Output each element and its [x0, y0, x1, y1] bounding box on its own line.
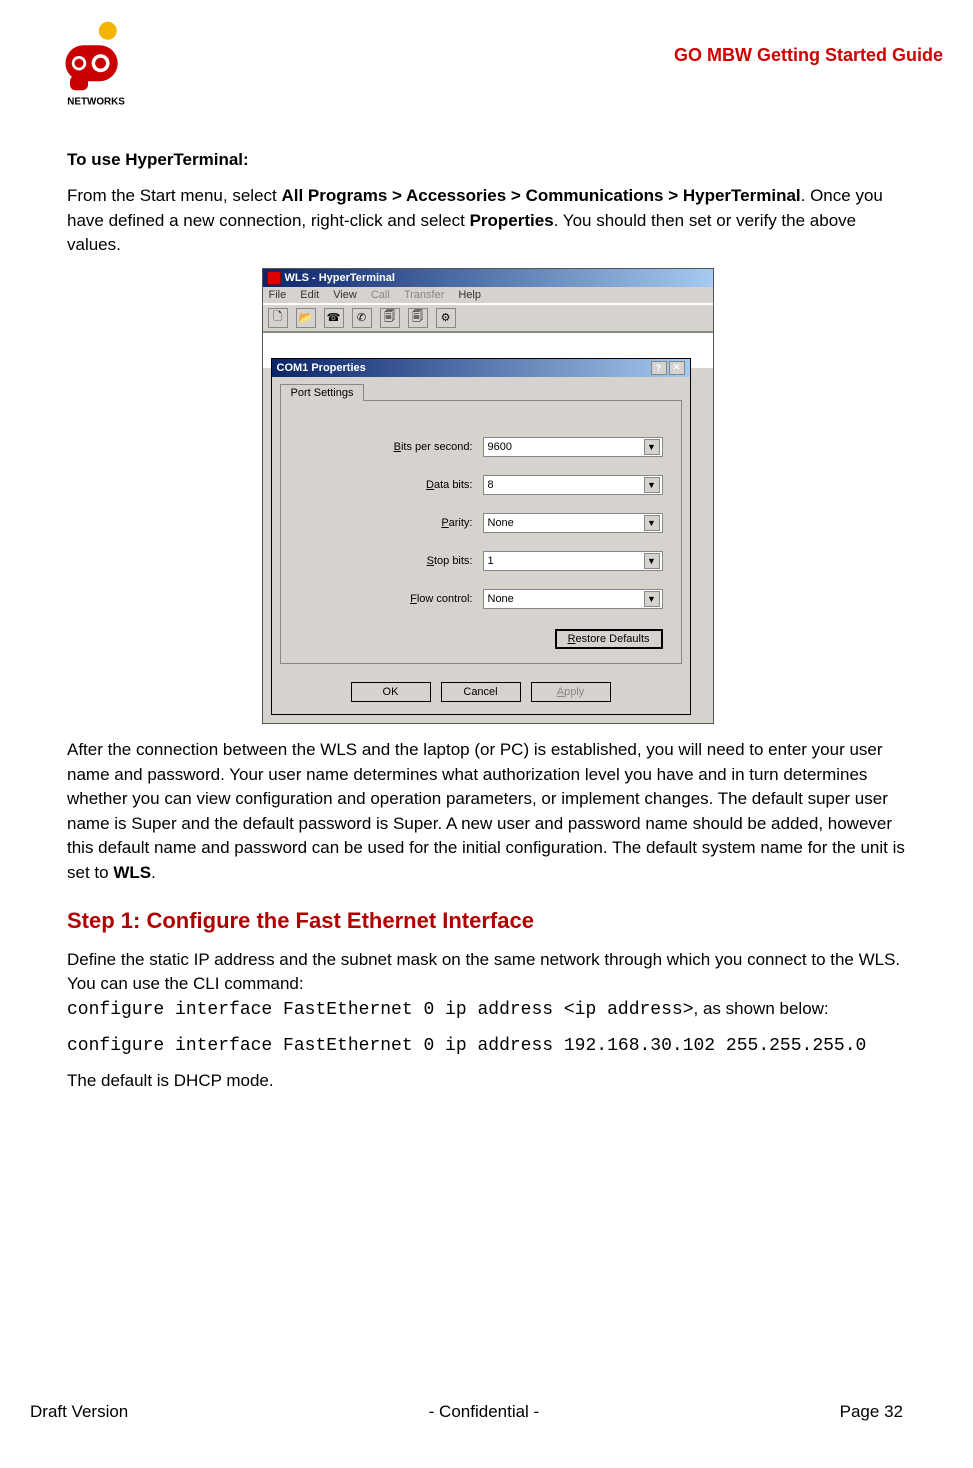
brand-logo: NETWORKS	[52, 20, 142, 110]
txt: After the connection between the WLS and…	[67, 740, 905, 882]
menu-file[interactable]: File	[269, 289, 287, 301]
stopbits-dropdown[interactable]: 1▼	[483, 551, 663, 571]
toolbar: 🗋 📂 ☎ ✆ 🗐 🗐 ⚙	[263, 304, 713, 332]
bps-dropdown[interactable]: 9600▼	[483, 437, 663, 457]
com1-properties-dialog: COM1 Properties ? ✕ Port Settings Bits p…	[271, 358, 691, 715]
footer-right: Page 32	[840, 1402, 903, 1422]
menubar[interactable]: File Edit View Call Transfer Help	[263, 287, 713, 304]
cancel-button[interactable]: Cancel	[441, 682, 521, 702]
dialog-title: COM1 Properties	[277, 362, 366, 374]
databits-label: Data bits:	[426, 479, 472, 491]
open-icon[interactable]: 📂	[296, 308, 316, 328]
txt: .	[151, 863, 156, 882]
txt: From the Start menu, select	[67, 186, 281, 205]
restore-defaults-button[interactable]: Restore Defaults	[555, 629, 663, 649]
after-connection-paragraph: After the connection between the WLS and…	[67, 738, 908, 886]
stopbits-label: Stop bits:	[427, 555, 473, 567]
new-icon[interactable]: 🗋	[268, 308, 288, 328]
menu-call[interactable]: Call	[371, 289, 390, 301]
close-icon[interactable]: ✕	[669, 361, 685, 375]
chevron-down-icon[interactable]: ▼	[644, 477, 660, 493]
app-icon	[267, 271, 281, 285]
footer-center: - Confidential -	[429, 1402, 540, 1422]
apply-button: Apply	[531, 682, 611, 702]
cli-command-example: configure interface FastEthernet 0 ip ad…	[67, 1033, 908, 1059]
receive-icon[interactable]: 🗐	[408, 308, 428, 328]
txt: Define the static IP address and the sub…	[67, 950, 900, 994]
menu-transfer[interactable]: Transfer	[404, 289, 445, 301]
disconnect-icon[interactable]: ✆	[352, 308, 372, 328]
parity-dropdown[interactable]: None▼	[483, 513, 663, 533]
page-footer: Draft Version - Confidential - Page 32	[0, 1402, 973, 1422]
parity-label: Parity:	[441, 517, 472, 529]
chevron-down-icon[interactable]: ▼	[644, 439, 660, 455]
menu-path: All Programs > Accessories > Communicati…	[281, 186, 800, 205]
bps-label: Bits per second:	[394, 441, 473, 453]
menu-item: Properties	[470, 211, 554, 230]
connect-icon[interactable]: ☎	[324, 308, 344, 328]
chevron-down-icon[interactable]: ▼	[644, 515, 660, 531]
menu-view[interactable]: View	[333, 289, 357, 301]
chevron-down-icon[interactable]: ▼	[644, 553, 660, 569]
properties-icon[interactable]: ⚙	[436, 308, 456, 328]
step1-heading: Step 1: Configure the Fast Ethernet Inte…	[67, 908, 908, 934]
databits-dropdown[interactable]: 8▼	[483, 475, 663, 495]
doc-title: GO MBW Getting Started Guide	[674, 45, 943, 66]
intro-paragraph: From the Start menu, select All Programs…	[67, 184, 908, 258]
step1-para1: Define the static IP address and the sub…	[67, 948, 908, 1023]
help-icon[interactable]: ?	[651, 361, 667, 375]
chevron-down-icon[interactable]: ▼	[644, 591, 660, 607]
system-name: WLS	[113, 863, 151, 882]
menu-help[interactable]: Help	[458, 289, 481, 301]
tab-port-settings[interactable]: Port Settings	[280, 384, 365, 401]
section-heading: To use HyperTerminal:	[67, 150, 908, 170]
send-icon[interactable]: 🗐	[380, 308, 400, 328]
window-titlebar: WLS - HyperTerminal	[263, 269, 713, 287]
flow-label: Flow control:	[410, 593, 472, 605]
logo-text: NETWORKS	[67, 97, 125, 108]
step1-para2: The default is DHCP mode.	[67, 1069, 908, 1094]
port-settings-panel: Bits per second: 9600▼ Data bits: 8▼ Par…	[280, 400, 682, 664]
flow-dropdown[interactable]: None▼	[483, 589, 663, 609]
menu-edit[interactable]: Edit	[300, 289, 319, 301]
hyperterminal-window: WLS - HyperTerminal File Edit View Call …	[262, 268, 714, 724]
ok-button[interactable]: OK	[351, 682, 431, 702]
cli-command-template: configure interface FastEthernet 0 ip ad…	[67, 1000, 694, 1020]
footer-left: Draft Version	[30, 1402, 128, 1422]
txt: , as shown below:	[694, 999, 829, 1018]
window-title: WLS - HyperTerminal	[285, 272, 395, 284]
